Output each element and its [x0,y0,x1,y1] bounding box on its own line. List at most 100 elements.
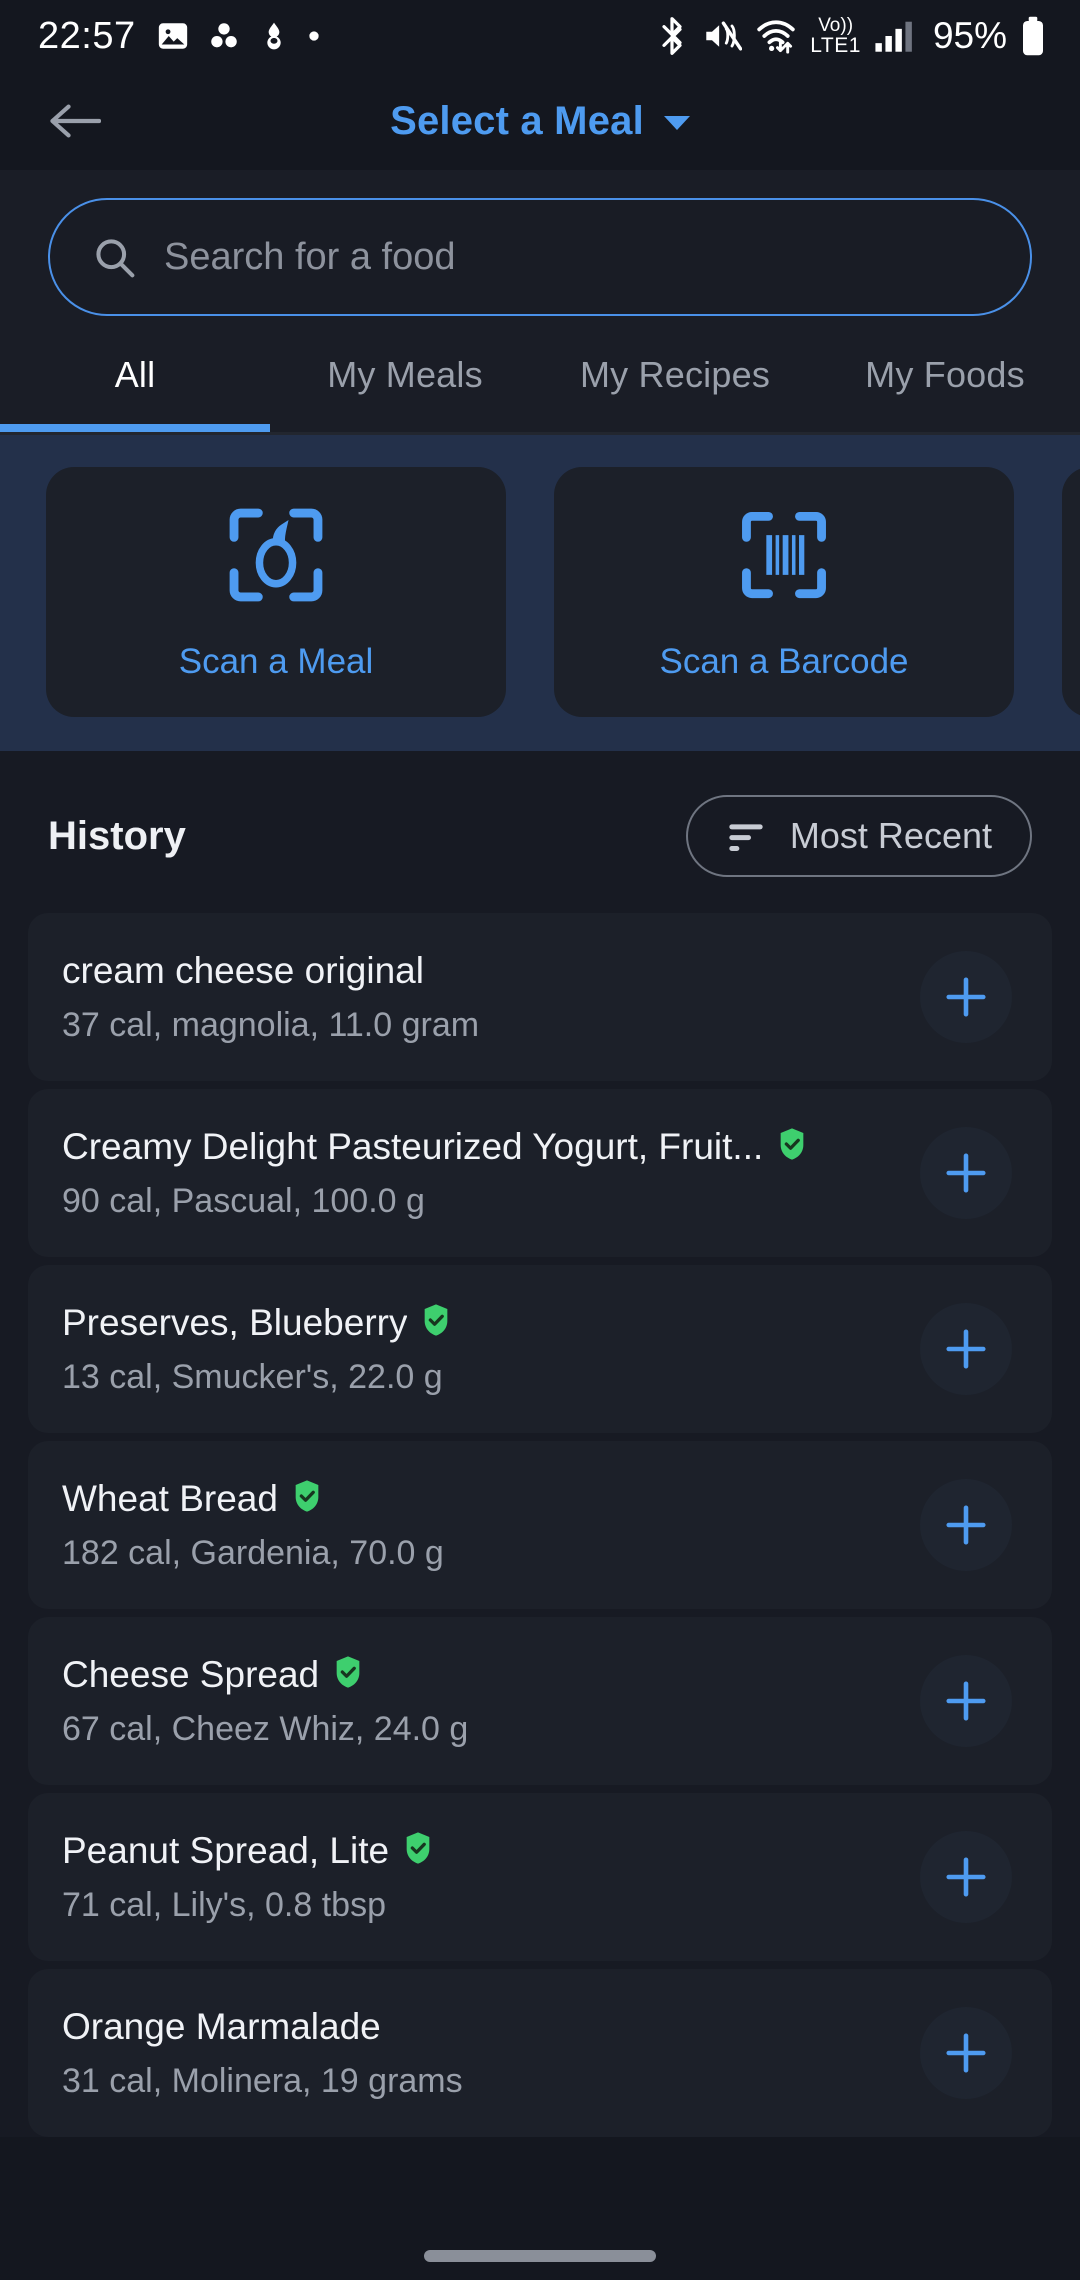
verified-badge [777,1127,807,1166]
app-bar: Select a Meal [0,72,1080,170]
plus-icon [946,2033,986,2073]
app-screen: 22:57 Vo)) LTE1 95% Select a Meal Search… [0,0,1080,2280]
plus-icon [946,1681,986,1721]
sort-button[interactable]: Most Recent [685,795,1032,877]
search-section: Search for a food [0,170,1080,316]
sort-icon [729,824,763,851]
food-name-line: Cheese Spread [62,1654,920,1696]
plus-icon [946,1505,986,1545]
status-bar-notification-icons [156,19,321,53]
status-bar-clock: 22:57 [38,14,136,57]
food-name: Cheese Spread [62,1653,320,1695]
food-info: Preserves, Blueberry 13 cal, Smucker's, … [62,1302,920,1397]
food-details: 31 cal, Molinera, 19 grams [62,2061,463,2100]
image-icon [158,23,187,49]
tab-my-recipes[interactable]: My Recipes [540,354,810,432]
food-details: 90 cal, Pascual, 100.0 g [62,1181,425,1220]
scan-a-barcode-card[interactable]: Scan a Barcode [554,467,1014,717]
tab-my-foods[interactable]: My Foods [810,354,1080,432]
status-bar: 22:57 Vo)) LTE1 95% [0,0,1080,72]
food-name: Creamy Delight Pasteurized Yogurt, Fruit… [62,1125,764,1167]
food-info: Orange Marmalade 31 cal, Molinera, 19 gr… [62,2006,920,2101]
add-food-button[interactable] [920,1303,1012,1395]
verified-shield-icon [780,1128,804,1160]
caret-down-icon [663,116,690,130]
verified-shield-icon [295,1480,319,1512]
status-bar-system-icons: Vo)) LTE1 95% [655,15,1046,57]
food-details: 37 cal, magnolia, 11.0 gram [62,1005,480,1044]
bluetooth-icon [662,17,682,55]
snowman-icon [266,22,281,50]
add-food-button[interactable] [920,1831,1012,1923]
add-food-button[interactable] [920,1479,1012,1571]
add-food-button[interactable] [920,2007,1012,2099]
table-row[interactable]: cream cheese original 37 cal, magnolia, … [28,913,1052,1081]
search-icon [96,239,135,278]
table-row[interactable]: Wheat Bread 182 cal, Gardenia, 70.0 g [28,1441,1052,1609]
food-details: 71 cal, Lily's, 0.8 tbsp [62,1885,386,1924]
meal-selector[interactable]: Select a Meal [0,72,1080,170]
table-row[interactable]: Cheese Spread 67 cal, Cheez Whiz, 24.0 g [28,1617,1052,1785]
food-name: Wheat Bread [62,1477,278,1519]
history-list: cream cheese original 37 cal, magnolia, … [0,913,1080,2137]
verified-shield-icon [425,1304,448,1336]
plus-icon [946,1857,986,1897]
three-dots-cluster-icon [210,23,237,48]
home-indicator[interactable] [424,2250,656,2262]
volte-bottom-label: LTE1 [810,34,861,57]
table-row[interactable]: Orange Marmalade 31 cal, Molinera, 19 gr… [28,1969,1052,2137]
add-food-button[interactable] [920,1655,1012,1747]
scan-a-meal-card[interactable]: Scan a Meal [46,467,506,717]
tab-all[interactable]: All [0,354,270,432]
food-name: Preserves, Blueberry [62,1301,408,1343]
arrow-left-icon [50,104,101,138]
tab-my-meals[interactable]: My Meals [270,354,540,432]
scan-card-partial[interactable] [1062,467,1080,717]
food-name-line: Peanut Spread, Lite [62,1830,920,1872]
food-name: Peanut Spread, Lite [62,1829,390,1871]
table-row[interactable]: Preserves, Blueberry 13 cal, Smucker's, … [28,1265,1052,1433]
food-name-line: Wheat Bread [62,1478,920,1520]
table-row[interactable]: Peanut Spread, Lite 71 cal, Lily's, 0.8 … [28,1793,1052,1961]
verified-badge [333,1655,363,1694]
scan-meal-icon [229,508,323,602]
plus-icon [946,1153,986,1193]
scan-actions-carousel[interactable]: Scan a Meal Scan a Barcode [0,435,1080,751]
history-title: History [48,813,186,858]
battery-percent-label: 95% [932,15,1007,56]
food-info: Wheat Bread 182 cal, Gardenia, 70.0 g [62,1478,920,1573]
plus-icon [946,1329,986,1369]
volte-top-label: Vo)) [818,15,854,36]
search-input[interactable]: Search for a food [48,198,1032,316]
history-header: History Most Recent [0,751,1080,913]
signal-bars-icon [875,21,912,52]
food-name: cream cheese original [62,949,424,991]
verified-badge [403,1831,433,1870]
add-food-button[interactable] [920,951,1012,1043]
food-name-line: cream cheese original [62,950,920,992]
back-button[interactable] [44,91,104,151]
search-placeholder: Search for a food [164,235,456,278]
verified-badge [421,1303,451,1342]
plus-icon [946,977,986,1017]
battery-icon [1023,16,1043,56]
sort-label: Most Recent [789,815,992,856]
page-title: Select a Meal [390,98,644,143]
scan-barcode-icon [742,511,826,599]
food-details: 67 cal, Cheez Whiz, 24.0 g [62,1709,469,1748]
verified-shield-icon [406,1832,430,1864]
table-row[interactable]: Creamy Delight Pasteurized Yogurt, Fruit… [28,1089,1052,1257]
verified-shield-icon [336,1656,360,1688]
food-name-line: Orange Marmalade [62,2006,920,2048]
food-name-line: Preserves, Blueberry [62,1302,920,1344]
tab-active-indicator [0,424,270,432]
add-food-button[interactable] [920,1127,1012,1219]
food-info: Creamy Delight Pasteurized Yogurt, Fruit… [62,1126,920,1221]
wifi-icon [757,20,796,54]
food-details: 13 cal, Smucker's, 22.0 g [62,1357,443,1396]
food-name: Orange Marmalade [62,2005,381,2047]
scan-a-meal-label: Scan a Meal [178,642,374,681]
food-details: 182 cal, Gardenia, 70.0 g [62,1533,444,1572]
verified-badge [292,1479,322,1518]
food-info: Cheese Spread 67 cal, Cheez Whiz, 24.0 g [62,1654,920,1749]
